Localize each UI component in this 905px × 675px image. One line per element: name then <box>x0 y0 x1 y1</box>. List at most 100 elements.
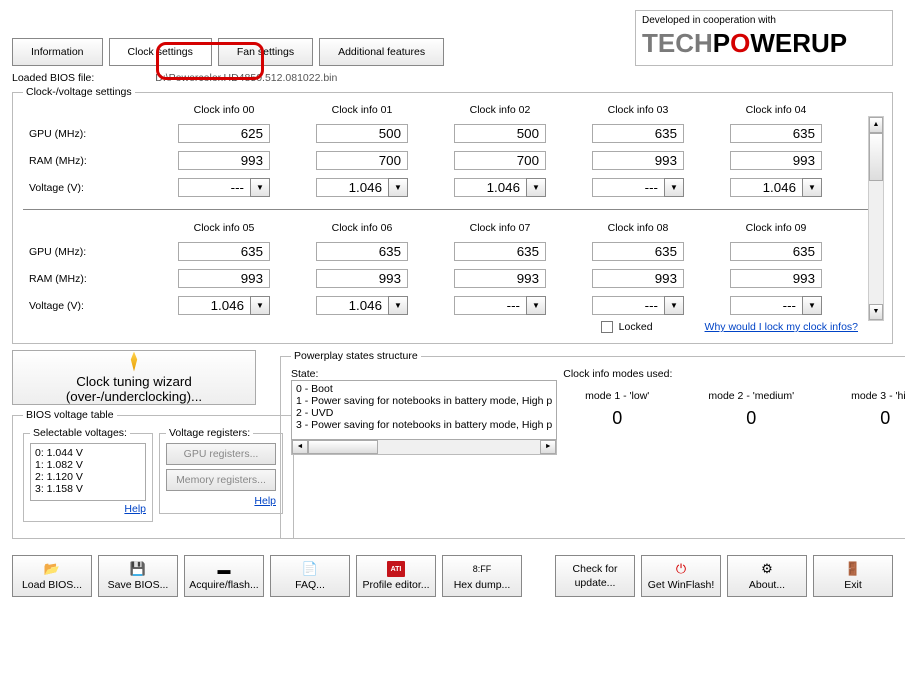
scroll-up-button[interactable]: ▲ <box>869 117 883 133</box>
ram-input-05[interactable] <box>178 269 270 288</box>
voltage-listbox[interactable]: 0: 1.044 V 1: 1.082 V 2: 1.120 V 3: 1.15… <box>30 443 146 501</box>
volt-input-08[interactable] <box>592 296 664 315</box>
volt-dropdown-03[interactable]: ▼ <box>664 178 684 197</box>
ram-input-08[interactable] <box>592 269 684 288</box>
ram-input-07[interactable] <box>454 269 546 288</box>
faq-button[interactable]: 📄FAQ... <box>270 555 350 597</box>
ram-input-02[interactable] <box>454 151 546 170</box>
volt-input-05[interactable] <box>178 296 250 315</box>
volt-dropdown-07[interactable]: ▼ <box>526 296 546 315</box>
state-item-1[interactable]: 1 - Power saving for notebooks in batter… <box>296 395 552 407</box>
save-icon: 💾 <box>129 561 147 577</box>
ram-input-06[interactable] <box>316 269 408 288</box>
volt-dropdown-00[interactable]: ▼ <box>250 178 270 197</box>
volt-dropdown-04[interactable]: ▼ <box>802 178 822 197</box>
hex-icon: 8:FF <box>473 561 491 577</box>
ram-input-04[interactable] <box>730 151 822 170</box>
bios-voltage-table-group: BIOS voltage table Selectable voltages: … <box>12 409 294 539</box>
profile-editor-button[interactable]: ATIProfile editor... <box>356 555 436 597</box>
ram-label: RAM (MHz): <box>23 155 155 167</box>
lock-help-link[interactable]: Why would I lock my clock infos? <box>705 321 858 333</box>
vertical-scrollbar[interactable]: ▲ ▼ <box>868 116 884 321</box>
volt-dropdown-09[interactable]: ▼ <box>802 296 822 315</box>
volt-item-2[interactable]: 2: 1.120 V <box>35 471 141 483</box>
state-item-3[interactable]: 3 - Power saving for notebooks in batter… <box>296 419 552 431</box>
clock-tuning-wizard-button[interactable]: Clock tuning wizard (over-/underclocking… <box>12 350 256 405</box>
check-update-button[interactable]: Check forupdate... <box>555 555 635 597</box>
dev-label: Developed in cooperation with <box>642 15 886 26</box>
state-hscrollbar[interactable]: ◄ ► <box>291 439 557 455</box>
gpu-input-07[interactable] <box>454 242 546 261</box>
volt-dropdown-01[interactable]: ▼ <box>388 178 408 197</box>
help-link-registers[interactable]: Help <box>254 495 276 507</box>
tab-additional-features[interactable]: Additional features <box>319 38 444 66</box>
tab-information[interactable]: Information <box>12 38 103 66</box>
volt-item-1[interactable]: 1: 1.082 V <box>35 459 141 471</box>
col-head-06: Clock info 06 <box>293 222 431 234</box>
mode-3-value: 0 <box>831 408 905 429</box>
volt-input-00[interactable] <box>178 178 250 197</box>
tab-clock-settings[interactable]: Clock settings <box>109 38 212 66</box>
ram-input-00[interactable] <box>178 151 270 170</box>
volt-dropdown-05[interactable]: ▼ <box>250 296 270 315</box>
locked-checkbox[interactable] <box>601 321 613 333</box>
ram-input-03[interactable] <box>592 151 684 170</box>
ati-icon: ATI <box>387 561 405 577</box>
memory-registers-button[interactable]: Memory registers... <box>166 469 276 491</box>
tab-fan-settings[interactable]: Fan settings <box>218 38 313 66</box>
save-bios-button[interactable]: 💾Save BIOS... <box>98 555 178 597</box>
about-button[interactable]: ⚙About... <box>727 555 807 597</box>
wizard-label: Clock tuning wizard (over-/underclocking… <box>13 374 255 404</box>
ram-input-09[interactable] <box>730 269 822 288</box>
bvt-legend: BIOS voltage table <box>23 409 117 421</box>
scroll-thumb[interactable] <box>869 133 883 181</box>
help-link-voltages[interactable]: Help <box>124 503 146 515</box>
exit-button[interactable]: 🚪Exit <box>813 555 893 597</box>
col-head-04: Clock info 04 <box>707 104 845 116</box>
volt-input-09[interactable] <box>730 296 802 315</box>
volt-dropdown-06[interactable]: ▼ <box>388 296 408 315</box>
gpu-input-01[interactable] <box>316 124 408 143</box>
volt-item-0[interactable]: 0: 1.044 V <box>35 447 141 459</box>
gpu-input-03[interactable] <box>592 124 684 143</box>
volt-input-02[interactable] <box>454 178 526 197</box>
gpu-input-06[interactable] <box>316 242 408 261</box>
acquire-flash-button[interactable]: ▬Acquire/flash... <box>184 555 264 597</box>
ram-input-01[interactable] <box>316 151 408 170</box>
ram-label-2: RAM (MHz): <box>23 273 155 285</box>
volt-input-04[interactable] <box>730 178 802 197</box>
gpu-input-02[interactable] <box>454 124 546 143</box>
hscroll-thumb[interactable] <box>308 440 378 454</box>
gpu-input-08[interactable] <box>592 242 684 261</box>
hscroll-left[interactable]: ◄ <box>292 440 308 454</box>
col-head-00: Clock info 00 <box>155 104 293 116</box>
mode-3-label: mode 3 - 'high' <box>831 390 905 402</box>
state-listbox[interactable]: 0 - Boot 1 - Power saving for notebooks … <box>291 380 557 440</box>
volt-input-06[interactable] <box>316 296 388 315</box>
selectable-voltages-group: Selectable voltages: 0: 1.044 V 1: 1.082… <box>23 427 153 522</box>
scroll-down-button[interactable]: ▼ <box>869 304 883 320</box>
hex-dump-button[interactable]: 8:FFHex dump... <box>442 555 522 597</box>
hscroll-right[interactable]: ► <box>540 440 556 454</box>
volt-input-07[interactable] <box>454 296 526 315</box>
exit-icon: 🚪 <box>844 561 862 577</box>
get-winflash-button[interactable]: ⏻Get WinFlash! <box>641 555 721 597</box>
gpu-input-00[interactable] <box>178 124 270 143</box>
volt-item-3[interactable]: 3: 1.158 V <box>35 483 141 495</box>
modes-used-label: Clock info modes used: <box>563 368 905 380</box>
state-item-2[interactable]: 2 - UVD <box>296 407 552 419</box>
volt-dropdown-02[interactable]: ▼ <box>526 178 546 197</box>
state-item-0[interactable]: 0 - Boot <box>296 383 552 395</box>
open-icon: 📂 <box>43 561 61 577</box>
load-bios-button[interactable]: 📂Load BIOS... <box>12 555 92 597</box>
gpu-input-09[interactable] <box>730 242 822 261</box>
chip-icon: ▬ <box>215 561 233 577</box>
volt-dropdown-08[interactable]: ▼ <box>664 296 684 315</box>
volt-input-03[interactable] <box>592 178 664 197</box>
gpu-input-05[interactable] <box>178 242 270 261</box>
power-icon: ⏻ <box>672 561 690 577</box>
gpu-registers-button[interactable]: GPU registers... <box>166 443 276 465</box>
volt-input-01[interactable] <box>316 178 388 197</box>
gpu-input-04[interactable] <box>730 124 822 143</box>
gpu-label: GPU (MHz): <box>23 128 155 140</box>
